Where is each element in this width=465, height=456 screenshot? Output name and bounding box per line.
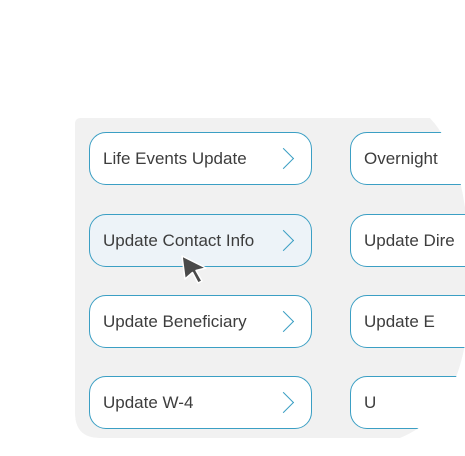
life-events-update-button[interactable]: Life Events Update	[89, 132, 312, 185]
chevron-right-icon	[272, 229, 295, 251]
button-label: Update E	[364, 311, 435, 331]
button-label: U	[364, 392, 377, 412]
mouse-pointer-icon	[181, 255, 207, 284]
chevron-right-icon	[272, 147, 295, 169]
update-w4-button[interactable]: Update W-4	[89, 376, 312, 429]
button-label: Update W-4	[103, 392, 194, 412]
update-beneficiary-button[interactable]: Update Beneficiary	[89, 295, 312, 348]
overnight-button[interactable]: Overnight	[350, 132, 465, 185]
portal-viewport: Life Events Update Update Contact Info U…	[0, 0, 465, 456]
update-u-button[interactable]: U	[350, 376, 465, 429]
chevron-right-icon	[272, 310, 295, 332]
button-label: Update Beneficiary	[103, 311, 247, 331]
chevron-right-icon	[272, 391, 295, 413]
button-label: Life Events Update	[103, 148, 247, 168]
button-label: Overnight	[364, 148, 438, 168]
update-e-button[interactable]: Update E	[350, 295, 465, 348]
button-label: Update Dire	[364, 230, 455, 250]
button-label: Update Contact Info	[103, 230, 255, 250]
update-direct-deposit-button[interactable]: Update Dire	[350, 214, 465, 267]
